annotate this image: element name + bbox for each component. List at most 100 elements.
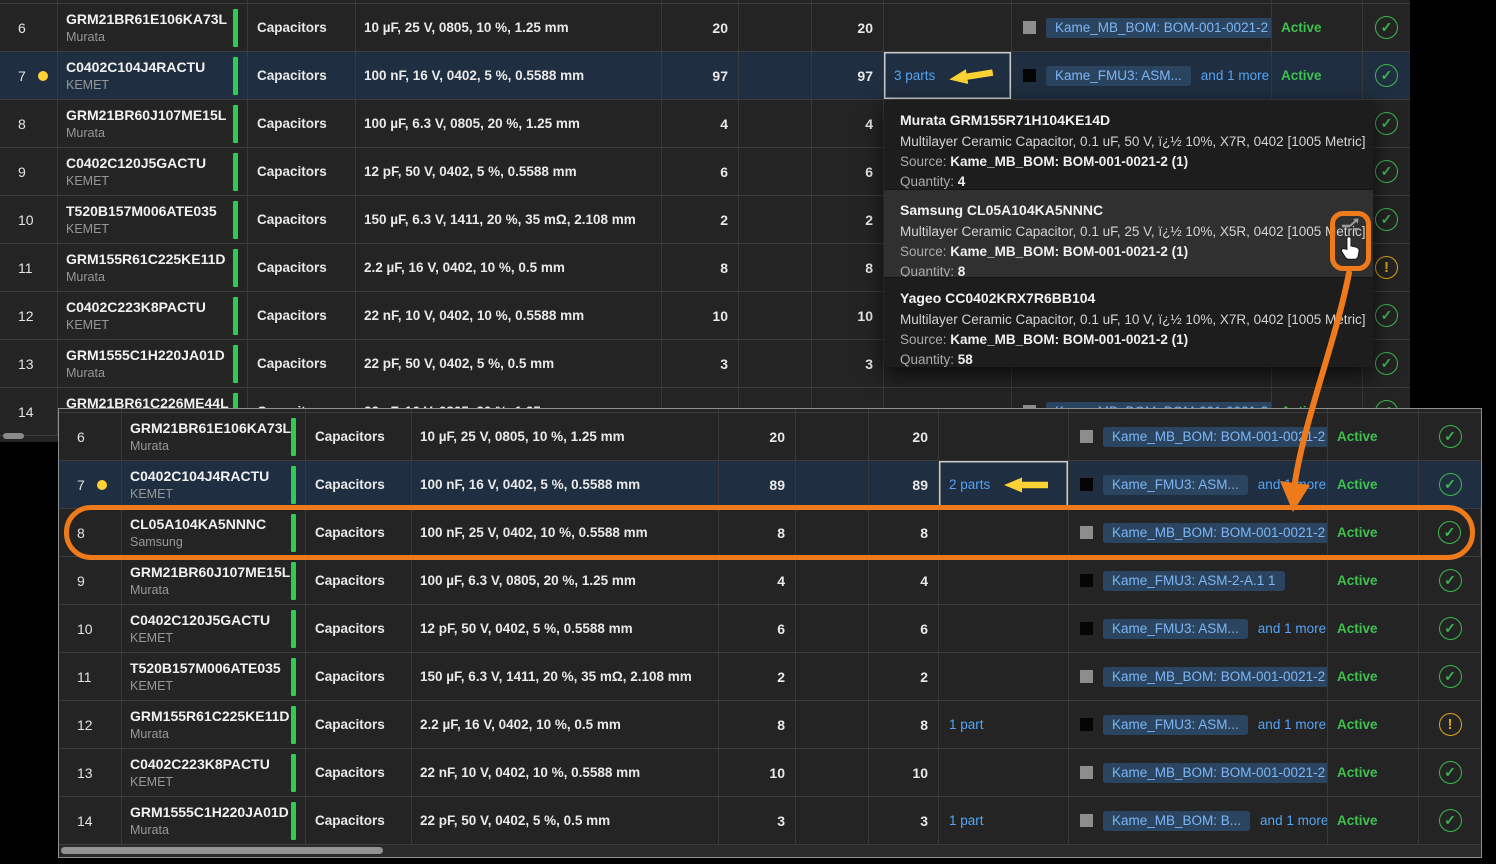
bom-chip[interactable]: Kame_MB_BOM: B... [1103, 810, 1251, 831]
bom-chip[interactable]: Kame_MB_BOM: BOM-001-0021-2 [1046, 17, 1271, 38]
bom-chip[interactable]: Kame_MB_BOM: BOM-001-0021-2 [1103, 426, 1327, 447]
quantity-value: 3 [865, 355, 873, 372]
bom-chip[interactable]: Kame_FMU3: ASM... [1046, 65, 1191, 86]
cell [869, 409, 939, 412]
category-label: Capacitors [257, 68, 327, 83]
part-number-cell[interactable]: GRM21BR61E106KA73L Murata [58, 4, 248, 51]
and-more-link[interactable]: and 1 more [1258, 621, 1326, 636]
table-row[interactable]: 6 GRM21BR61E106KA73L Murata Capacitors 10 µF… [0, 4, 1410, 52]
part-number-cell[interactable]: T520B157M006ATE035 KEMET [58, 196, 248, 243]
table-row[interactable]: 13 C0402C223K8PACTU KEMET Capacitors 22 nF, … [59, 749, 1481, 797]
cell [939, 409, 1069, 412]
quantity-value: 10 [712, 307, 728, 324]
matched-parts-cell[interactable] [884, 4, 1012, 51]
part-number-cell[interactable]: GRM1555C1H220JA01D Murata [58, 340, 248, 387]
part-number-cell[interactable]: GRM155R61C225KE11D Murata [58, 244, 248, 291]
matched-parts-cell[interactable]: 1 part [939, 701, 1069, 748]
category-cell: Capacitors [248, 52, 356, 99]
table-row[interactable]: 7 C0402C104J4RACTU KEMET Capacitors 100 nF, … [0, 52, 1410, 100]
part-number-cell[interactable]: C0402C223K8PACTU KEMET [58, 292, 248, 339]
cell [1419, 409, 1481, 412]
check-icon: ✓ [1438, 809, 1462, 832]
matched-parts-cell[interactable] [939, 509, 1069, 556]
description-text: 22 pF, 50 V, 0402, 5 %, 0.5 mm [364, 356, 555, 371]
table-row[interactable]: 10 C0402C120J5GACTU KEMET Capacitors 12 pF, … [59, 605, 1481, 653]
lifecycle-bar [291, 418, 296, 456]
bom-chip[interactable]: Kame_FMU3: ASM... [1103, 714, 1248, 735]
table-row[interactable]: 6 GRM21BR61E106KA73L Murata Capacitors 10 µF… [59, 413, 1481, 461]
status-cell: Active [1328, 509, 1419, 556]
description-cell: 150 µF, 6.3 V, 1411, 20 %, 35 mΩ, 2.108 … [356, 196, 662, 243]
bom-chip[interactable]: Kame_MB_BOM: BOM-001-0021-2 [1103, 666, 1327, 687]
matched-parts-cell[interactable] [939, 749, 1069, 796]
table-row[interactable]: 9 GRM21BR60J107ME15L Murata Capacitors 100 µ… [59, 557, 1481, 605]
parts-count-link[interactable]: 1 part [949, 813, 984, 828]
black-square-icon [1080, 718, 1093, 731]
part-number-cell[interactable]: GRM21BR61E106KA73L Murata [122, 413, 306, 460]
matched-parts-cell[interactable] [939, 605, 1069, 652]
part-number-cell[interactable]: GRM155R61C225KE11D Murata [122, 701, 306, 748]
table-row[interactable]: 12 GRM155R61C225KE11D Murata Capacitors 2.2 … [59, 701, 1481, 749]
popup-item[interactable]: Yageo CC0402KRX7R6BB104 Multilayer Cerami… [884, 278, 1373, 367]
part-number-cell[interactable]: GRM21BR60J107ME15L Murata [58, 100, 248, 147]
parts-count-link[interactable]: 1 part [949, 717, 984, 732]
source-label: Source: [900, 154, 947, 169]
parts-count-link[interactable]: 3 parts [894, 68, 935, 83]
parts-count-link[interactable]: 2 parts [949, 477, 990, 492]
part-number-cell[interactable]: C0402C120J5GACTU KEMET [122, 605, 306, 652]
category-label: Capacitors [257, 212, 327, 227]
matched-parts-cell[interactable] [939, 653, 1069, 700]
gray-square-icon [1080, 814, 1093, 827]
table-row[interactable]: 8 CL05A104KA5NNNC Samsung Capacitors 100 nF,… [59, 505, 1481, 560]
bom-chip[interactable]: Kame_MB_BOM: BOM-001-0021-2 [1103, 762, 1327, 783]
matched-parts-cell[interactable]: 1 part [939, 797, 1069, 844]
part-number-cell[interactable]: GRM1555C1H220JA01D Murata [122, 797, 306, 844]
and-more-link[interactable]: and 1 more [1258, 477, 1326, 492]
part-number-cell[interactable]: C0402C223K8PACTU KEMET [122, 749, 306, 796]
yellow-arrow-icon [1004, 477, 1049, 492]
bom-chip[interactable]: Kame_MB_BOM: BOM-001-0021-2 [1103, 522, 1327, 543]
horizontal-scrollbar[interactable] [59, 845, 1481, 857]
spacer-cell [739, 340, 812, 387]
quantity-cell: 4 [662, 100, 739, 147]
status-cell: Active [1272, 4, 1363, 51]
cell [1328, 409, 1419, 412]
quantity-value: 6 [777, 620, 785, 637]
black-square-icon [1080, 622, 1093, 635]
popup-part-description: Multilayer Ceramic Capacitor, 0.1 uF, 25… [900, 224, 1366, 239]
cell [248, 0, 356, 3]
table-row[interactable]: 7 C0402C104J4RACTU KEMET Capacitors 100 nF, … [59, 461, 1481, 509]
matched-parts-cell[interactable] [939, 557, 1069, 604]
part-number-cell[interactable]: C0402C120J5GACTU KEMET [58, 148, 248, 195]
matched-parts-cell[interactable] [939, 413, 1069, 460]
and-more-link[interactable]: and 1 more [1260, 813, 1327, 828]
category-label: Capacitors [257, 308, 327, 323]
part-number-cell[interactable]: GRM21BR60J107ME15L Murata [122, 557, 306, 604]
matched-parts-cell[interactable]: 2 parts [939, 461, 1069, 508]
horizontal-scrollbar-thumb[interactable] [3, 433, 24, 439]
scrollbar-thumb[interactable] [61, 847, 383, 854]
part-number-cell[interactable]: C0402C104J4RACTU KEMET [58, 52, 248, 99]
cell [1272, 0, 1363, 3]
required-quantity-cell: 4 [869, 557, 939, 604]
and-more-link[interactable]: and 1 more [1258, 717, 1326, 732]
description-cell: 22 nF, 10 V, 0402, 10 %, 0.5588 mm [356, 292, 662, 339]
category-cell: Capacitors [248, 148, 356, 195]
table-row[interactable]: 11 T520B157M006ATE035 KEMET Capacitors 150 µ… [59, 653, 1481, 701]
part-number-cell[interactable]: CL05A104KA5NNNC Samsung [122, 509, 306, 556]
bom-chip[interactable]: Kame_FMU3: ASM-2-A.1 1 [1103, 570, 1285, 591]
part-number-cell[interactable]: C0402C104J4RACTU KEMET [122, 461, 306, 508]
status-cell: Active [1328, 413, 1419, 460]
popup-item[interactable]: Murata GRM155R71H104KE14D Multilayer Cera… [884, 100, 1373, 189]
row-number-cell: 6 [59, 413, 122, 460]
bom-chip[interactable]: Kame_FMU3: ASM... [1103, 618, 1248, 639]
matched-parts-cell[interactable]: 3 parts [884, 52, 1012, 99]
and-more-link[interactable]: and 1 more [1201, 68, 1269, 83]
quantity-value: 2 [777, 668, 785, 685]
table-row[interactable]: 14 GRM1555C1H220JA01D Murata Capacitors 22 p… [59, 797, 1481, 845]
quantity-cell: 6 [719, 605, 796, 652]
bom-chip[interactable]: Kame_FMU3: ASM... [1103, 474, 1248, 495]
row-number: 9 [77, 572, 85, 589]
popup-item[interactable]: Samsung CL05A104KA5NNNC Multilayer Cerami… [884, 189, 1373, 278]
part-number-cell[interactable]: T520B157M006ATE035 KEMET [122, 653, 306, 700]
